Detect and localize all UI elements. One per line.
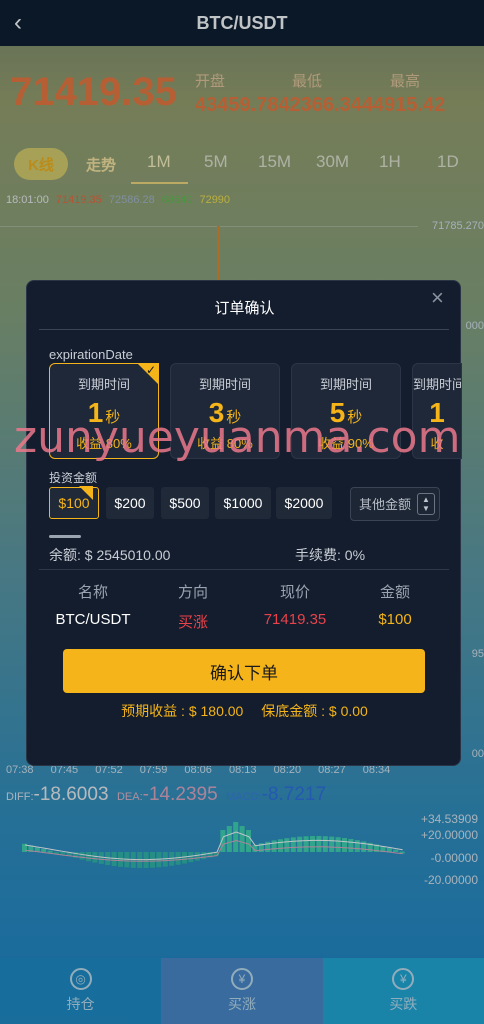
modal-title: 订单确认 bbox=[214, 300, 275, 317]
col-header-amount: 金额 bbox=[379, 584, 410, 601]
col-header-name: 名称 bbox=[77, 584, 108, 601]
chevron-up-icon[interactable]: ▲ bbox=[422, 495, 430, 504]
amount-option-1000[interactable]: $1000 bbox=[215, 487, 271, 519]
divider bbox=[39, 569, 449, 570]
expiry-title: 到期时间 bbox=[413, 377, 462, 392]
fee-text: 手续费: 0% bbox=[295, 547, 366, 563]
amount-stepper[interactable]: ▲ ▼ bbox=[417, 493, 435, 515]
divider bbox=[39, 329, 449, 330]
col-header-price: 现价 bbox=[279, 584, 310, 601]
order-symbol: BTC/USDT bbox=[55, 611, 131, 628]
order-confirm-modal: 订单确认 × expirationDate ✓ 到期时间 1秒 收益 80% 到… bbox=[26, 280, 462, 766]
amount-option-2000[interactable]: $2000 bbox=[276, 487, 332, 519]
confirm-order-button[interactable]: 确认下单 bbox=[63, 649, 425, 693]
guarantee-amount: 保底金额 : $ 0.00 bbox=[261, 703, 368, 719]
expiry-title: 到期时间 bbox=[319, 377, 372, 392]
chevron-down-icon[interactable]: ▼ bbox=[422, 504, 430, 513]
order-direction: 买涨 bbox=[177, 614, 208, 631]
scroll-indicator bbox=[49, 535, 81, 538]
expected-profit: 预期收益 : $ 180.00 bbox=[121, 703, 244, 719]
check-icon: ✓ bbox=[145, 363, 156, 377]
invest-amount-label: 投资金额 bbox=[49, 471, 98, 485]
order-amount: $100 bbox=[378, 611, 412, 628]
balance-text: 余额: $ 2545010.00 bbox=[49, 547, 171, 563]
expected-summary: 预期收益 : $ 180.00 保底金额 : $ 0.00 bbox=[27, 701, 462, 721]
col-header-direction: 方向 bbox=[177, 584, 208, 601]
order-price: 71419.35 bbox=[263, 611, 327, 628]
selected-corner bbox=[79, 486, 93, 500]
amount-option-500[interactable]: $500 bbox=[161, 487, 209, 519]
other-amount-field: ▲▼ bbox=[350, 487, 440, 521]
watermark-text: zunyueyuanma.com bbox=[14, 412, 461, 463]
other-amount-input[interactable] bbox=[351, 489, 417, 519]
expiration-label: expirationDate bbox=[49, 347, 133, 362]
expiry-title: 到期时间 bbox=[198, 377, 251, 392]
close-icon[interactable]: × bbox=[431, 285, 444, 311]
amount-option-200[interactable]: $200 bbox=[106, 487, 154, 519]
